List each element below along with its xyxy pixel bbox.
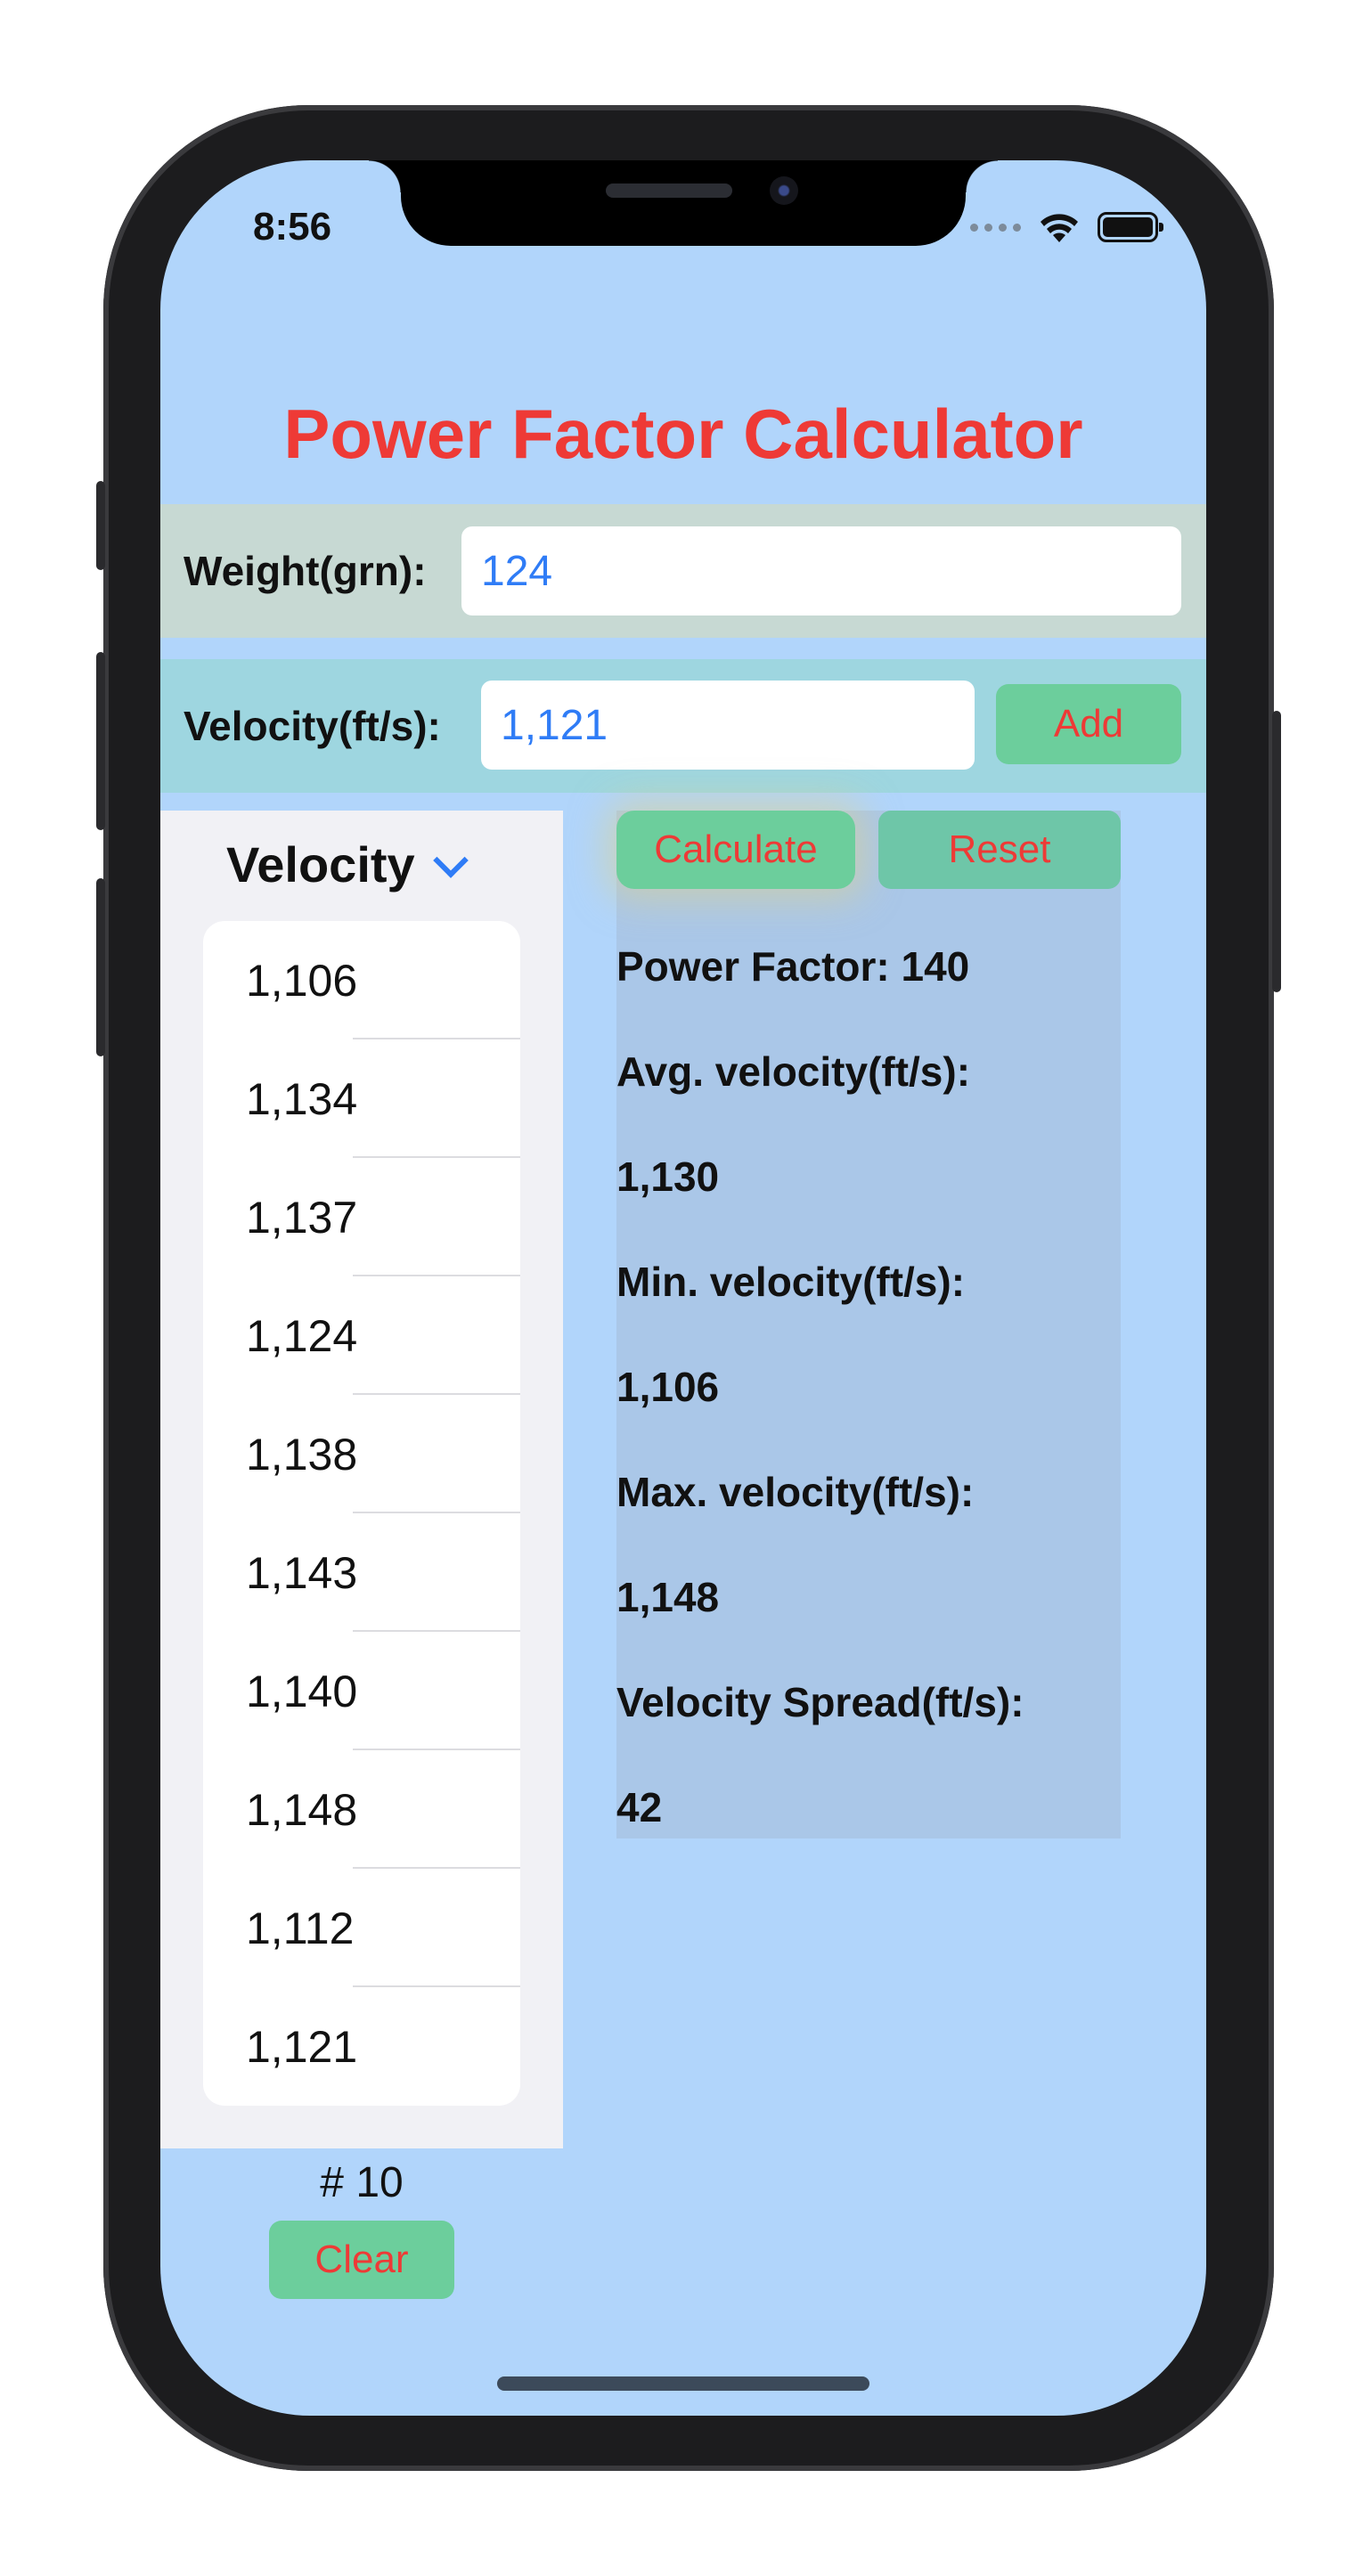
velocity-spread-label: Velocity Spread(ft/s): [616,1679,1024,1725]
item-count: # 10 [320,2159,404,2206]
wifi-icon [1041,214,1078,242]
chevron-down-icon [432,842,469,878]
page-title: Power Factor Calculator [283,395,1083,473]
velocity-input[interactable]: 1,121 [481,681,975,770]
max-velocity-label: Max. velocity(ft/s): [616,1469,975,1515]
power-button [1272,711,1281,992]
volume-up-button [96,652,105,830]
list-header[interactable]: Velocity [226,836,469,893]
weight-label: Weight(grn): [184,548,427,594]
velocity-label: Velocity(ft/s): [184,703,441,749]
list-item[interactable]: 1,137 [203,1158,520,1276]
battery-icon [1098,212,1163,242]
cellular-signal-icon [970,223,1021,232]
list-item[interactable]: 1,121 [203,1987,520,2106]
min-velocity-value: 1,106 [616,1364,720,1410]
front-camera [770,176,798,205]
results-panel: Calculate Reset Power Factor: 140 Avg. v… [616,811,1121,1838]
avg-velocity-value: 1,130 [616,1153,720,1200]
home-indicator[interactable] [497,2376,869,2391]
list-item[interactable]: 1,112 [203,1869,520,1987]
list-item[interactable]: 1,140 [203,1632,520,1750]
velocity-spread-value: 42 [616,1784,663,1830]
list-item[interactable]: 1,143 [203,1513,520,1632]
avg-velocity-label: Avg. velocity(ft/s): [616,1048,971,1095]
list-item[interactable]: 1,124 [203,1276,520,1395]
silent-switch [96,481,105,570]
power-factor-result: Power Factor: 140 [616,943,970,990]
list-item[interactable]: 1,148 [203,1750,520,1869]
list-item[interactable]: 1,134 [203,1039,520,1158]
calculate-button[interactable]: Calculate [616,811,855,889]
weight-input[interactable]: 124 [461,526,1181,615]
weight-row: Weight(grn): 124 [160,504,1206,638]
app-screen: 8:56 Power Factor Calculator Weight(grn)… [160,160,1206,2416]
volume-down-button [96,878,105,1056]
list-item[interactable]: 1,106 [203,921,520,1039]
max-velocity-value: 1,148 [616,1574,720,1620]
min-velocity-label: Min. velocity(ft/s): [616,1259,966,1305]
add-button[interactable]: Add [996,684,1181,764]
status-icons [970,210,1163,244]
status-time: 8:56 [253,205,332,249]
list-item[interactable]: 1,138 [203,1395,520,1513]
velocity-list: 1,106 1,134 1,137 1,124 1,138 1,143 1,14… [203,921,520,2106]
clear-button[interactable]: Clear [269,2221,454,2299]
reset-button[interactable]: Reset [878,811,1121,889]
notch [369,160,998,246]
list-header-label: Velocity [226,836,415,893]
speaker-grille [606,183,732,198]
velocity-list-panel: Velocity 1,106 1,134 1,137 1,124 1,138 1… [160,811,563,2148]
velocity-row: Velocity(ft/s): 1,121 Add [160,659,1206,793]
